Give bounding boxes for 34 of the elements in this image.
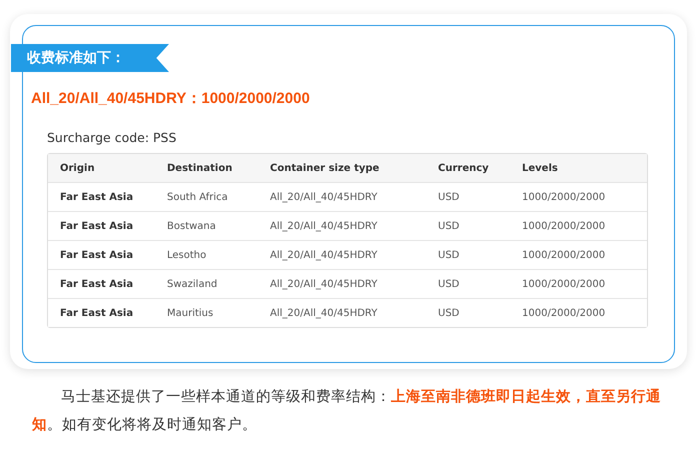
table-cell-text: USD xyxy=(438,192,460,202)
table-cell-text: Swaziland xyxy=(167,278,218,290)
table-cell-text: Far East Asia xyxy=(60,250,134,260)
table-cell-text: All_20/All_40/45HDRY xyxy=(270,192,378,202)
column-header: Origin xyxy=(60,162,96,174)
table-cell-text: Far East Asia xyxy=(60,192,134,202)
table-cell-text: All_20/All_40/45HDRY xyxy=(270,250,378,260)
table-cell-text: Lesotho xyxy=(167,250,208,260)
section-banner: 收费标准如下： xyxy=(11,44,169,72)
table-cell-text: Far East Asia xyxy=(60,220,134,232)
table-cell-text: Far East Asia xyxy=(60,308,134,318)
table-cell-text: 1000/2000/2000 xyxy=(522,192,606,202)
body-paragraph: 马士基还提供了一些样本通道的等级和费率结构：上海至南非德班即日起生效，直至另行通知。如有变化将将及时通知客户。 xyxy=(30,388,662,435)
table-cell-text: All_20/All_40/45HDRY xyxy=(270,308,378,318)
table-cell-text: Bostwana xyxy=(167,220,217,232)
table-cell-text: 1000/2000/2000 xyxy=(522,220,606,232)
column-header: Levels xyxy=(522,162,559,174)
table-cell-text: USD xyxy=(438,250,460,260)
surcharge-code: Surcharge code: PSS xyxy=(47,130,178,145)
column-header: Destination xyxy=(167,162,234,174)
column-header: Currency xyxy=(438,162,490,174)
table-cell-text: 1000/2000/2000 xyxy=(522,250,606,260)
column-header: Container size type xyxy=(270,162,380,174)
rate-headline: All_20/All_40/45HDRY：1000/2000/2000 xyxy=(31,89,311,108)
table-cell-text: USD xyxy=(438,220,460,232)
table-cell-text: Mauritius xyxy=(167,308,214,318)
table-cell-text: USD xyxy=(438,278,460,290)
table-cell-text: South Africa xyxy=(167,192,229,202)
table-cell-text: Far East Asia xyxy=(60,278,134,290)
table-cell-text: 1000/2000/2000 xyxy=(522,308,606,318)
table-cell-text: All_20/All_40/45HDRY xyxy=(270,278,378,290)
table-cell-text: USD xyxy=(438,308,460,318)
table-cell-text: 1000/2000/2000 xyxy=(522,278,606,290)
table-cell-text: All_20/All_40/45HDRY xyxy=(270,220,378,232)
